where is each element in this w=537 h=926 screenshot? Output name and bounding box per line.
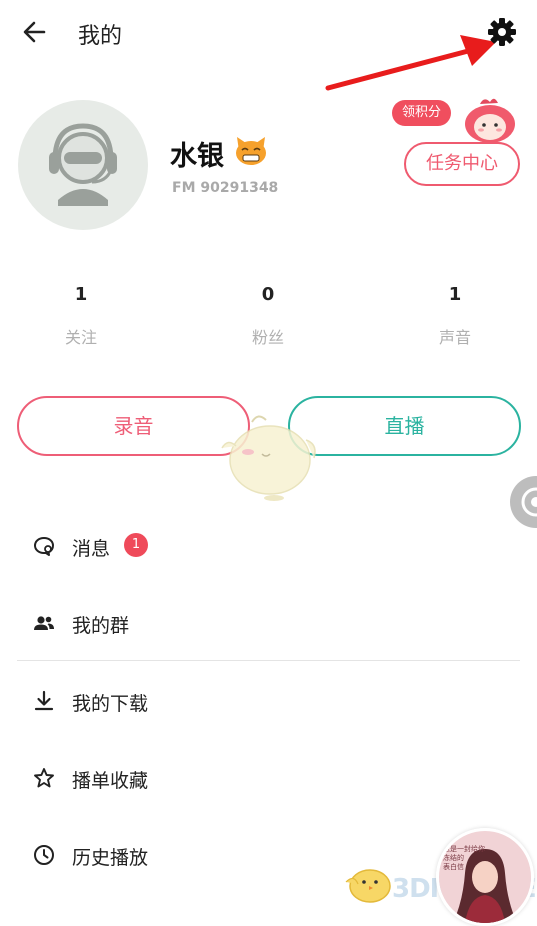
cover-text-2: 冻结的 [443,854,464,862]
star-icon [34,768,54,788]
following-label[interactable]: 关注 [51,324,111,348]
settings-button[interactable] [484,14,520,50]
live-button[interactable]: 直播 [288,396,521,456]
floating-player-cover[interactable]: 这是一封给你 冻结的 表白信 [436,828,534,926]
avatar[interactable] [18,100,148,230]
people-icon [34,616,54,630]
download-icon [34,690,54,711]
page-title: 我的 [78,24,123,49]
fans-label[interactable]: 粉丝 [238,324,298,348]
default-avatar-icon [49,123,117,206]
username: 水银 [170,141,224,172]
peach-mascot-icon [465,98,515,143]
back-arrow-icon [23,21,46,43]
menu-item-messages[interactable]: 消息 [72,534,110,561]
menu-item-history[interactable]: 历史播放 [72,843,148,870]
cover-text-1: 这是一封给你 [443,845,485,853]
menu-item-downloads[interactable]: 我的下载 [72,689,148,716]
points-badge[interactable]: 领积分 [392,100,452,126]
side-float-button[interactable] [510,476,537,528]
sounds-count[interactable]: 1 [425,284,485,305]
following-count[interactable]: 1 [51,284,111,305]
chick-mascot-icon[interactable] [214,410,322,502]
message-bubble-icon [34,537,54,556]
menu-divider [17,660,520,661]
menu-item-favorites[interactable]: 播单收藏 [72,766,148,793]
message-count-badge: 1 [124,533,148,557]
clock-icon [34,845,54,865]
fm-id: FM 90291348 [172,180,279,196]
fans-count[interactable]: 0 [238,284,298,305]
back-button[interactable] [18,16,54,48]
cat-emoji-icon [236,137,266,165]
chick-logo-icon [345,869,391,903]
cover-text-3: 表白信 [443,863,464,871]
task-center-button[interactable]: 任务中心 [404,142,520,186]
gear-icon [488,18,516,46]
sounds-label[interactable]: 声音 [425,324,485,348]
menu-item-groups[interactable]: 我的群 [72,611,129,638]
annotation-arrow [325,35,496,91]
